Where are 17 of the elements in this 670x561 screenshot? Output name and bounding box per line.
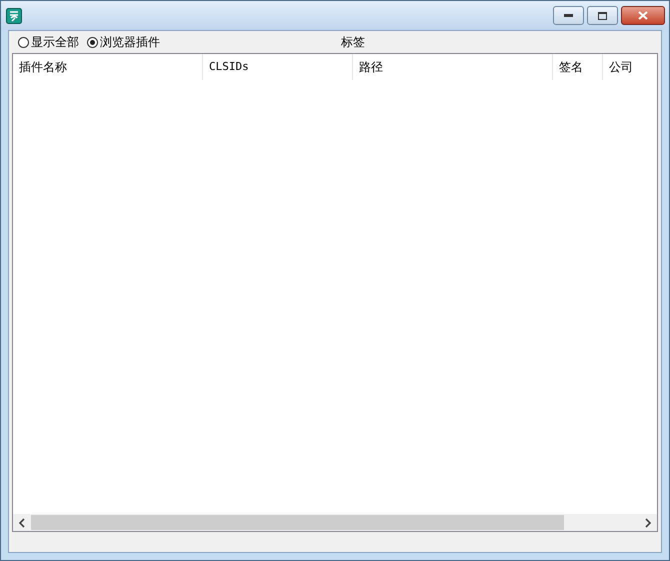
app-icon: [6, 8, 22, 24]
radio-option[interactable]: 浏览器插件: [87, 34, 160, 50]
maximize-button[interactable]: [587, 6, 618, 25]
close-icon: [638, 11, 648, 20]
radio-option[interactable]: 显示全部: [18, 34, 79, 50]
column-header[interactable]: 插件名称: [13, 54, 203, 80]
minimize-button[interactable]: [553, 6, 584, 25]
minimize-icon: [564, 14, 573, 18]
scroll-left-icon[interactable]: [18, 518, 26, 528]
scroll-right-icon[interactable]: [644, 518, 652, 528]
column-header[interactable]: 公司: [603, 54, 657, 80]
close-button[interactable]: [621, 6, 665, 25]
column-header[interactable]: 路径: [353, 54, 553, 80]
column-header[interactable]: 签名: [553, 54, 603, 80]
tag-label: 标签: [341, 34, 365, 50]
maximize-icon: [598, 12, 607, 20]
column-header[interactable]: CLSIDs: [203, 54, 353, 80]
